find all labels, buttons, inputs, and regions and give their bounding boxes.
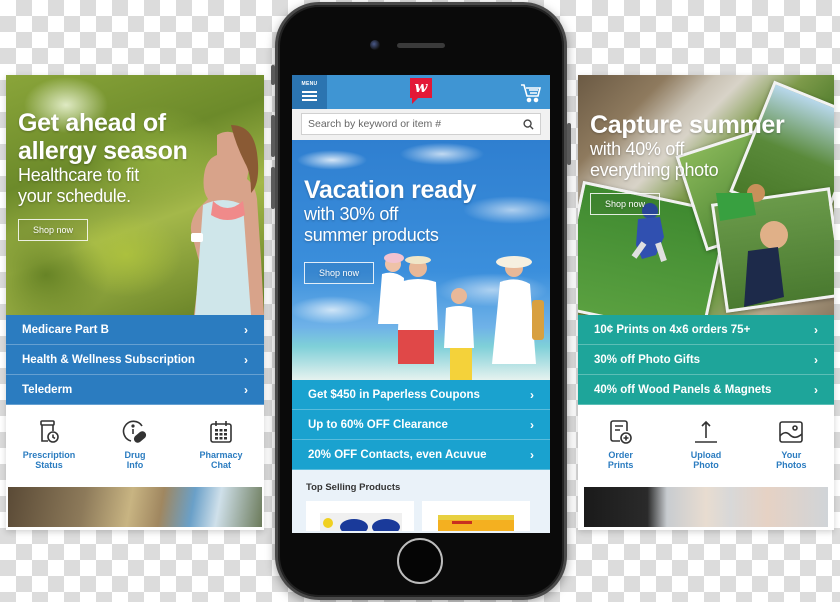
promo-label: 20% OFF Contacts, even Acuvue <box>308 448 487 461</box>
product-image <box>320 513 402 531</box>
promo-list: Get $450 in Paperless Coupons › Up to 60… <box>292 380 550 470</box>
hero-text-block: Get ahead of allergy season Healthcare t… <box>18 109 188 241</box>
upload-icon <box>694 420 717 443</box>
prescription-status-link[interactable]: Prescription Status <box>14 419 84 470</box>
promo-item-telederm[interactable]: Telederm › <box>6 375 264 405</box>
promo-item-prints[interactable]: 10¢ Prints on 4x6 orders 75+ › <box>578 315 834 345</box>
info-pill-icon <box>122 420 147 443</box>
promo-label: 30% off Photo Gifts <box>594 353 701 366</box>
chevron-right-icon: › <box>814 322 818 337</box>
power-button[interactable] <box>567 123 571 165</box>
pharmacy-chat-link[interactable]: Pharmacy Chat <box>186 419 256 470</box>
image-icon <box>779 421 804 443</box>
earpiece-speaker <box>397 43 445 48</box>
chevron-right-icon: › <box>530 387 534 402</box>
promo-label: Health & Wellness Subscription <box>22 353 195 366</box>
quick-link-label: Drug Info <box>124 450 146 470</box>
promo-label: Up to 60% OFF Clearance <box>308 418 448 431</box>
promo-list: Medicare Part B › Health & Wellness Subs… <box>6 315 264 405</box>
search-icon[interactable] <box>523 118 534 130</box>
hero-title-line2: allergy season <box>18 137 188 165</box>
hero-subtitle-line2: everything photo <box>590 160 719 180</box>
hero-subtitle-line1: Healthcare to fit <box>18 165 139 185</box>
product-card[interactable] <box>306 501 414 531</box>
phone-screen: MENU w Search by keyword or item # Vacat… <box>292 75 550 533</box>
upload-photo-link[interactable]: Upload Photo <box>671 419 741 470</box>
quick-link-label: Your Photos <box>776 450 807 470</box>
promo-label: 10¢ Prints on 4x6 orders 75+ <box>594 323 751 336</box>
photo-quick-links: Order Prints Upload Photo Your Photos <box>578 405 834 487</box>
chevron-right-icon: › <box>814 352 818 367</box>
quick-link-label: Order Prints <box>607 450 634 470</box>
chevron-right-icon: › <box>814 382 818 397</box>
shopping-cart-icon[interactable] <box>520 83 542 103</box>
next-banner-preview <box>8 487 262 527</box>
shop-now-button[interactable]: Shop now <box>304 262 375 284</box>
product-image <box>438 515 514 531</box>
hero-title-line1: Get ahead of <box>18 109 166 137</box>
shop-now-button[interactable]: Shop now <box>590 193 661 215</box>
promo-label: Telederm <box>22 383 73 396</box>
photo-hero-banner[interactable]: Capture summer with 40% off everything p… <box>578 75 834 315</box>
quick-link-label: Prescription Status <box>22 450 76 470</box>
chevron-right-icon: › <box>530 447 534 462</box>
chevron-right-icon: › <box>244 352 248 367</box>
product-carousel <box>306 501 536 531</box>
hero-title: Vacation ready <box>304 176 477 204</box>
menu-button[interactable]: MENU <box>292 75 327 109</box>
promo-item-medicare[interactable]: Medicare Part B › <box>6 315 264 345</box>
app-header: MENU w <box>292 75 550 109</box>
home-button[interactable] <box>397 538 443 584</box>
volume-up-button[interactable] <box>271 115 275 157</box>
next-banner-preview <box>584 487 828 527</box>
promo-list: 10¢ Prints on 4x6 orders 75+ › 30% off P… <box>578 315 834 405</box>
right-panel-photo: Capture summer with 40% off everything p… <box>578 75 834 530</box>
promo-label: Medicare Part B <box>22 323 109 336</box>
promo-label: 40% off Wood Panels & Magnets <box>594 383 772 396</box>
product-card[interactable] <box>422 501 530 531</box>
walgreens-logo[interactable]: w <box>410 78 432 104</box>
vacation-hero-banner[interactable]: Vacation ready with 30% off summer produ… <box>292 140 550 380</box>
allergy-hero-banner[interactable]: Get ahead of allergy season Healthcare t… <box>6 75 264 315</box>
hero-subtitle-line1: with 40% off <box>590 139 685 159</box>
drug-info-link[interactable]: Drug Info <box>100 419 170 470</box>
chevron-right-icon: › <box>244 382 248 397</box>
hero-subtitle-line2: your schedule. <box>18 186 131 206</box>
mute-switch <box>271 65 275 85</box>
top-selling-title: Top Selling Products <box>306 482 401 493</box>
hamburger-icon <box>302 89 317 103</box>
hero-title: Capture summer <box>590 111 785 139</box>
quick-link-label: Upload Photo <box>690 450 722 470</box>
promo-item-photo-gifts[interactable]: 30% off Photo Gifts › <box>578 345 834 375</box>
volume-down-button[interactable] <box>271 167 275 209</box>
order-prints-icon <box>609 420 632 444</box>
left-panel-pharmacy: Get ahead of allergy season Healthcare t… <box>6 75 264 530</box>
top-selling-section: Top Selling Products <box>292 470 550 531</box>
search-input[interactable] <box>308 118 523 130</box>
pharmacy-quick-links: Prescription Status Drug Info Pharmacy C… <box>6 405 264 487</box>
hero-text-block: Capture summer with 40% off everything p… <box>590 111 785 215</box>
promo-item-health-wellness[interactable]: Health & Wellness Subscription › <box>6 345 264 375</box>
prescription-bottle-clock-icon <box>40 420 59 443</box>
front-camera <box>370 40 380 50</box>
your-photos-link[interactable]: Your Photos <box>756 419 826 470</box>
menu-label: MENU <box>301 81 318 87</box>
promo-item-wood-panels[interactable]: 40% off Wood Panels & Magnets › <box>578 375 834 405</box>
search-box <box>301 113 541 135</box>
hero-subtitle-line2: summer products <box>304 225 439 245</box>
shop-now-button[interactable]: Shop now <box>18 219 89 241</box>
hero-text-block: Vacation ready with 30% off summer produ… <box>304 176 477 284</box>
hero-subtitle-line1: with 30% off <box>304 204 399 224</box>
promo-item-contacts[interactable]: 20% OFF Contacts, even Acuvue › <box>292 440 550 470</box>
chevron-right-icon: › <box>244 322 248 337</box>
calendar-icon <box>210 421 232 443</box>
promo-item-clearance[interactable]: Up to 60% OFF Clearance › <box>292 410 550 440</box>
promo-label: Get $450 in Paperless Coupons <box>308 388 480 401</box>
chevron-right-icon: › <box>530 417 534 432</box>
quick-link-label: Pharmacy Chat <box>199 450 243 470</box>
promo-item-coupons[interactable]: Get $450 in Paperless Coupons › <box>292 380 550 410</box>
search-bar <box>292 109 550 140</box>
smartphone-frame: MENU w Search by keyword or item # Vacat… <box>271 2 571 600</box>
order-prints-link[interactable]: Order Prints <box>586 419 656 470</box>
